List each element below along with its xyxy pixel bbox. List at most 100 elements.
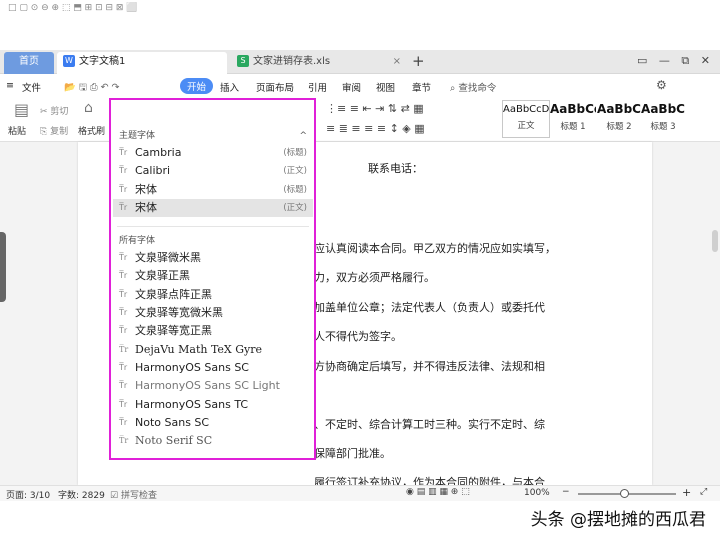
font-option-name: Calibri <box>135 164 171 178</box>
format-painter-icon[interactable]: ⌂ <box>84 100 93 116</box>
tab-home[interactable]: 首页 <box>4 52 54 74</box>
zoom-slider-handle[interactable] <box>620 489 629 498</box>
font-option-tag: (正文) <box>283 166 307 177</box>
style-heading1[interactable]: AaBbCc 标题 1 <box>550 102 596 132</box>
font-option-name: 文泉驿等宽微米黑 <box>135 306 223 320</box>
page-indicator[interactable]: 页面: 3/10 <box>6 488 50 501</box>
tab-spreadsheet-label: 文家进销存表.xls <box>253 56 331 67</box>
proofread-button[interactable]: ☑ 拼写检查 <box>110 488 157 501</box>
font-type-icon: T̅r <box>119 399 128 409</box>
zoom-level[interactable]: 100% <box>524 488 550 498</box>
style-heading2[interactable]: AaBbC 标题 2 <box>596 102 642 132</box>
alignment-tools-icons[interactable]: ≡ ≣ ≡ ≡ ≡ ↕ ◈ ▦ <box>326 122 425 135</box>
font-option[interactable]: T̅r HarmonyOS Sans SC Light <box>113 377 313 395</box>
settings-icon[interactable]: ⚙ <box>656 78 667 92</box>
theme-fonts-label: 主题字体 <box>119 131 156 141</box>
fullscreen-icon[interactable]: ⤢ <box>700 487 707 497</box>
paste-button[interactable]: 粘贴 <box>8 124 26 137</box>
font-type-icon: T̅r <box>119 326 128 336</box>
menu-references[interactable]: 引用 <box>308 80 327 94</box>
font-option-name: DejaVu Math TeX Gyre <box>135 342 263 356</box>
font-option[interactable]: T̅r 文泉驿等宽正黑 <box>113 322 313 340</box>
font-option[interactable]: T̅r 文泉驿正黑 <box>113 267 313 285</box>
paragraph-tools-icons[interactable]: ⋮≡ ≡ ⇤ ⇥ ⇅ ⇄ ▦ <box>326 102 424 115</box>
menu-file[interactable]: 文件 <box>22 80 41 94</box>
menu-bar: ≡ 文件 📂 🖫 ⎙ ↶ ↷ 开始 插入 页面布局 引用 审阅 视图 章节 ⌕ … <box>0 76 720 98</box>
font-type-icon: T̅r <box>119 289 128 299</box>
font-option[interactable]: T̅r 文泉驿微米黑 <box>113 249 313 267</box>
font-type-icon: T̅r <box>119 362 128 372</box>
font-option[interactable]: T̅r 宋体 (标题) <box>113 181 313 199</box>
doc-line: 力，双方必须严格履行。 <box>314 271 435 284</box>
doc-line: 、不定时、综合计算工时三种。实行不定时、综 <box>314 418 545 431</box>
font-option-selected[interactable]: T̅r 宋体 (正文) <box>113 198 313 218</box>
font-option-name: 宋体 <box>135 200 157 214</box>
style-heading3[interactable]: AaBbC 标题 3 <box>640 102 686 132</box>
tab-document-label: 文字文稿1 <box>79 56 126 67</box>
ribbon: ▤ 粘贴 ✂ 剪切 ⎘ 复制 ⌂ 格式刷 A⁺ A⁻ ◇ 变 ⋮≡ ≡ ⇤ ⇥ … <box>0 98 720 142</box>
font-type-icon: T̅r <box>119 417 128 427</box>
font-option-name: 文泉驿微米黑 <box>135 251 201 265</box>
menu-start[interactable]: 开始 <box>180 78 214 94</box>
menu-review[interactable]: 审阅 <box>342 80 361 94</box>
side-panel-handle[interactable] <box>0 232 6 302</box>
new-tab-button[interactable]: + <box>412 52 425 70</box>
style-heading3-preview: AaBbC <box>641 102 685 116</box>
quick-tools-icons[interactable]: 📂 🖫 ⎙ ↶ ↷ <box>64 80 120 96</box>
doc-line: 保障部门批准。 <box>314 447 391 460</box>
proofread-label: 拼写检查 <box>120 491 157 501</box>
writer-icon: W <box>63 55 75 67</box>
zoom-in-icon[interactable]: + <box>682 486 691 499</box>
scrollbar-thumb[interactable] <box>712 230 718 252</box>
font-option[interactable]: T̅r 文泉驿点阵正黑 <box>113 286 313 304</box>
font-option[interactable]: T̅r 文泉驿等宽微米黑 <box>113 304 313 322</box>
doc-line: 方协商确定后填写，并不得违反法律、法规和相 <box>314 360 545 373</box>
window-controls[interactable]: ▭ — ⧉ ✕ <box>637 54 710 68</box>
font-type-icon: T̅r <box>119 202 128 212</box>
menu-insert[interactable]: 插入 <box>220 80 239 94</box>
font-option[interactable]: T̅r HarmonyOS Sans SC <box>113 359 313 377</box>
copy-button[interactable]: ⎘ 复制 <box>40 124 68 137</box>
view-mode-icons[interactable]: ◉ ▤ ▥ ▦ ⊕ ⬚ <box>406 487 470 497</box>
spreadsheet-icon: S <box>237 55 249 67</box>
font-option[interactable]: T̅r Noto Sans SC <box>113 414 313 432</box>
style-heading2-name: 标题 2 <box>606 122 632 132</box>
font-type-icon: T̅r <box>119 344 129 354</box>
font-option[interactable]: T̅r HarmonyOS Sans TC <box>113 396 313 414</box>
font-type-icon: T̅r <box>119 381 128 391</box>
font-type-icon: T̅r <box>119 308 128 318</box>
vertical-scrollbar[interactable] <box>711 142 720 485</box>
font-option[interactable]: T̅r Cambria (标题) <box>113 144 313 162</box>
tab-document[interactable]: W 文字文稿1 <box>57 52 227 74</box>
hamburger-icon[interactable]: ≡ <box>6 80 14 91</box>
font-option[interactable]: T̅r Calibri (正文) <box>113 162 313 180</box>
style-heading3-name: 标题 3 <box>650 122 676 132</box>
font-type-icon: T̅r <box>119 148 128 157</box>
font-option[interactable]: T̅r DejaVu Math TeX Gyre <box>113 341 313 359</box>
paste-icon[interactable]: ▤ <box>14 100 29 119</box>
toolbar-icons[interactable]: □ ▢ ⊙ ⊖ ⊕ ⬚ ⬒ ⊞ ⊡ ⊟ ⊠ ⬜ <box>8 1 137 15</box>
word-count[interactable]: 字数: 2829 <box>58 488 105 501</box>
zoom-out-icon[interactable]: − <box>562 487 570 497</box>
style-heading1-preview: AaBbCc <box>550 102 596 116</box>
menu-layout[interactable]: 页面布局 <box>256 80 294 94</box>
font-option-name: 文泉驿等宽正黑 <box>135 324 212 338</box>
all-fonts-header: 所有字体 <box>119 236 156 247</box>
font-option[interactable]: T̅r Noto Serif SC <box>113 432 313 450</box>
format-painter-button[interactable]: 格式刷 <box>78 124 105 137</box>
font-option-tag: (正文) <box>283 202 307 213</box>
font-option-name: HarmonyOS Sans TC <box>135 397 249 411</box>
style-normal[interactable]: AaBbCcD 正文 <box>502 100 550 138</box>
cut-button[interactable]: ✂ 剪切 <box>40 104 68 117</box>
menu-chapter[interactable]: 章节 <box>412 80 431 94</box>
tab-bar: 首页 W 文字文稿1 S 文家进销存表.xls × <box>0 50 720 74</box>
search-command[interactable]: ⌕ 查找命令 <box>450 80 496 94</box>
tab-spreadsheet[interactable]: S 文家进销存表.xls × <box>231 52 407 74</box>
font-type-icon: T̅r <box>119 271 128 281</box>
cut-label: 剪切 <box>50 107 69 117</box>
font-option-name: HarmonyOS Sans SC <box>135 360 249 374</box>
style-heading2-preview: AaBbC <box>597 102 641 116</box>
close-tab-icon[interactable]: × <box>393 52 401 72</box>
collapse-icon[interactable]: ^ <box>299 128 307 144</box>
menu-view[interactable]: 视图 <box>376 80 395 94</box>
